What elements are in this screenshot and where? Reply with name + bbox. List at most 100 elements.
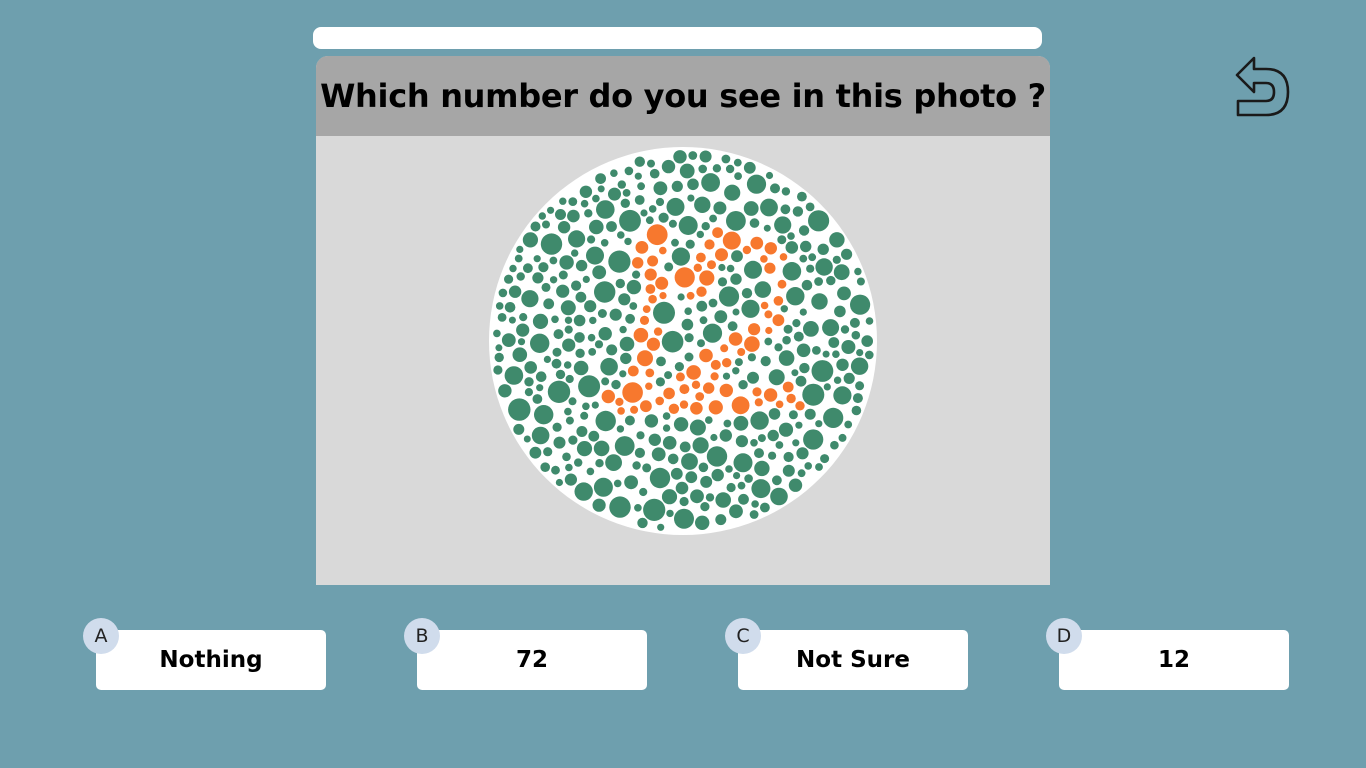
plate-background-dot (684, 352, 694, 362)
plate-background-dot (653, 301, 675, 324)
plate-background-dot (640, 209, 648, 217)
plate-figure-dot (712, 227, 723, 238)
option-a-letter: A (83, 618, 119, 654)
plate-background-dot (744, 474, 753, 483)
back-button[interactable] (1228, 52, 1294, 122)
plate-background-dot (598, 327, 612, 341)
plate-background-dot (696, 300, 708, 312)
plate-background-dot (726, 264, 735, 273)
plate-background-dot (549, 276, 558, 284)
plate-background-dot (815, 420, 823, 428)
option-c-button[interactable]: C Not Sure (725, 618, 968, 690)
plate-background-dot (698, 164, 707, 174)
plate-background-dot (681, 453, 698, 470)
plate-background-dot (523, 435, 531, 443)
plate-background-dot (624, 166, 634, 176)
plate-figure-dot (752, 387, 762, 397)
plate-figure-dot (779, 253, 788, 261)
plate-background-dot (840, 325, 850, 334)
plate-background-dot (648, 433, 661, 446)
option-d-letter: D (1046, 618, 1082, 654)
plate-background-dot (811, 293, 828, 310)
plate-background-dot (637, 517, 648, 529)
plate-background-dot (617, 180, 626, 189)
plate-background-dot (504, 302, 516, 313)
plate-background-dot (555, 478, 563, 487)
option-b-button[interactable]: B 72 (404, 618, 647, 690)
plate-background-dot (661, 330, 684, 353)
plate-background-dot (498, 288, 508, 298)
plate-figure-dot (632, 257, 644, 269)
plate-background-dot (708, 298, 718, 308)
plate-background-dot (567, 209, 580, 223)
plate-background-dot (799, 254, 808, 263)
plate-background-dot (587, 333, 596, 342)
plate-background-dot (865, 350, 874, 360)
plate-background-dot (750, 439, 758, 447)
plate-background-dot (778, 350, 795, 366)
plate-background-dot (564, 473, 577, 486)
plate-figure-dot (722, 358, 732, 368)
plate-background-dot (552, 347, 562, 357)
plate-figure-dot (690, 402, 703, 415)
plate-background-dot (734, 358, 743, 367)
plate-figure-dot (630, 405, 639, 414)
plate-background-dot (714, 310, 728, 324)
plate-background-dot (675, 481, 689, 495)
plate-background-dot (671, 247, 690, 266)
plate-background-dot (775, 441, 784, 449)
option-a-button[interactable]: A Nothing (83, 618, 326, 690)
plate-background-dot (547, 380, 571, 403)
plate-background-dot (532, 394, 543, 404)
plate-background-dot (568, 230, 586, 248)
plate-background-dot (653, 181, 668, 196)
plate-background-dot (600, 239, 609, 247)
plate-background-dot (849, 317, 860, 328)
plate-background-dot (629, 302, 638, 310)
plate-background-dot (512, 347, 528, 362)
plate-background-dot (711, 468, 724, 482)
plate-background-dot (553, 329, 564, 340)
plate-figure-dot (708, 400, 723, 415)
plate-background-dot (543, 355, 551, 363)
plate-background-dot (726, 482, 736, 493)
plate-figure-dot (663, 387, 675, 400)
plate-background-dot (619, 336, 635, 352)
plate-background-dot (573, 314, 586, 327)
plate-background-dot (782, 262, 802, 281)
plate-background-dot (662, 412, 671, 420)
plate-background-dot (757, 434, 766, 443)
plate-background-dot (861, 335, 873, 347)
plate-background-dot (595, 410, 616, 432)
plate-background-dot (695, 515, 710, 530)
plate-background-dot (785, 241, 799, 254)
plate-background-dot (535, 371, 547, 382)
plate-background-dot (592, 498, 606, 512)
plate-background-dot (586, 246, 604, 265)
plate-figure-dot (731, 396, 750, 415)
plate-figure-dot (637, 350, 653, 367)
plate-figure-dot (655, 276, 669, 290)
plate-background-dot (644, 414, 659, 428)
plate-background-dot (851, 405, 862, 416)
plate-background-dot (723, 419, 732, 428)
plate-background-dot (729, 504, 743, 519)
plate-figure-dot (668, 403, 680, 414)
plate-background-dot (536, 384, 544, 392)
plate-background-dot (516, 245, 524, 253)
plate-background-dot (582, 275, 590, 283)
plate-background-dot (625, 313, 635, 324)
plate-background-dot (575, 259, 588, 272)
option-d-button[interactable]: D 12 (1046, 618, 1289, 690)
plate-background-dot (563, 361, 572, 369)
color-plate-area (316, 136, 1050, 585)
plate-background-dot (780, 305, 788, 313)
plate-background-dot (820, 454, 830, 464)
plate-background-dot (584, 300, 597, 313)
plate-background-dot (530, 333, 550, 353)
plate-figure-dot (764, 242, 777, 255)
option-b-letter: B (404, 618, 440, 654)
plate-background-dot (639, 487, 648, 497)
plate-figure-dot (710, 359, 721, 370)
plate-figure-dot (704, 239, 715, 250)
